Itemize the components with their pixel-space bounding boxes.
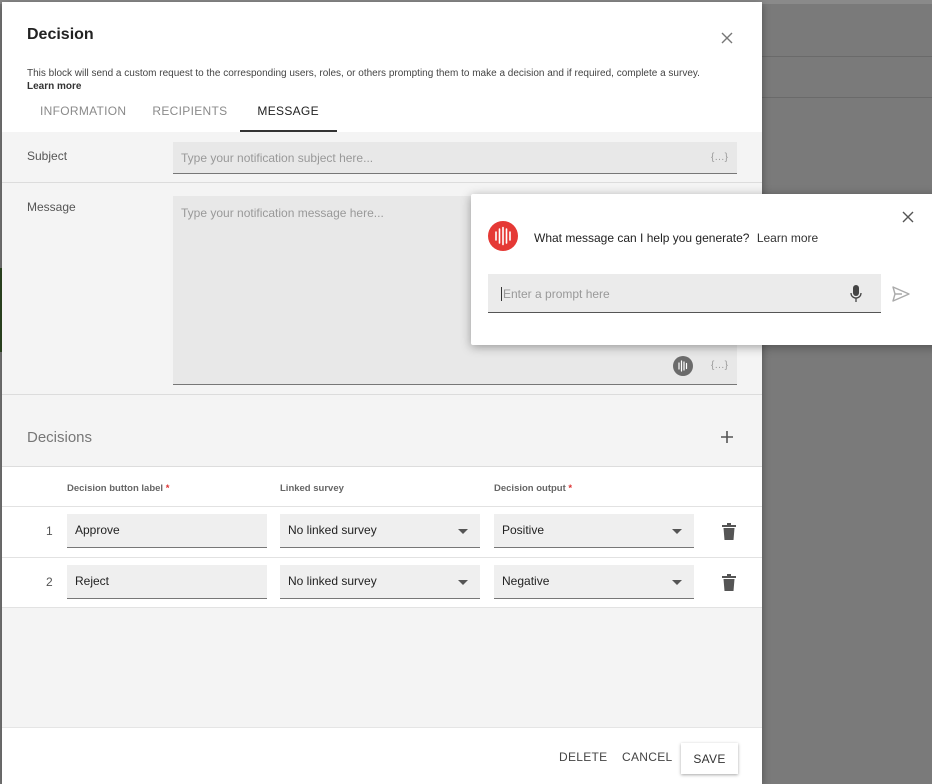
- trash-icon[interactable]: [722, 523, 736, 540]
- dialog-description: This block will send a custom request to…: [27, 67, 707, 93]
- decision-output-select[interactable]: Negative: [494, 565, 694, 599]
- send-icon[interactable]: [892, 286, 910, 302]
- ai-prompt-popup: What message can I help you generate? Le…: [471, 194, 932, 345]
- close-icon[interactable]: [718, 29, 736, 47]
- dialog-footer: DELETE CANCEL SAVE: [2, 727, 762, 784]
- insert-variable-button[interactable]: {...}: [711, 360, 729, 371]
- plus-icon[interactable]: [719, 429, 735, 445]
- chevron-down-icon: [672, 580, 682, 585]
- tab-information[interactable]: INFORMATION: [27, 100, 139, 132]
- row-number: 1: [46, 524, 53, 538]
- delete-button[interactable]: DELETE: [559, 744, 607, 770]
- column-header-button-label: Decision button label *: [67, 483, 169, 494]
- ai-logo: [488, 221, 518, 251]
- prompt-input[interactable]: Enter a prompt here: [488, 274, 881, 313]
- column-header-decision-output: Decision output *: [494, 483, 572, 494]
- divider: [2, 182, 762, 183]
- column-header-text: Decision output: [494, 483, 566, 494]
- decision-label-input[interactable]: Approve: [67, 514, 267, 548]
- select-value: No linked survey: [288, 574, 377, 588]
- message-placeholder: Type your notification message here...: [181, 206, 384, 220]
- background-divider: [762, 97, 932, 98]
- table-row: 1 Approve No linked survey Positive: [2, 506, 762, 557]
- dialog-header: Decision This block will send a custom r…: [2, 2, 762, 132]
- close-icon[interactable]: [901, 210, 915, 224]
- chevron-down-icon: [458, 529, 468, 534]
- background-divider: [762, 56, 932, 57]
- dialog-tabs: INFORMATION RECIPIENTS MESSAGE: [27, 100, 338, 132]
- ai-waveform-icon: [495, 226, 511, 246]
- subject-input[interactable]: Type your notification subject here... {…: [173, 142, 737, 174]
- column-header-text: Decision button label: [67, 483, 164, 494]
- decision-output-select[interactable]: Positive: [494, 514, 694, 548]
- linked-survey-select[interactable]: No linked survey: [280, 565, 480, 599]
- decision-dialog: Decision This block will send a custom r…: [2, 2, 762, 784]
- description-text: This block will send a custom request to…: [27, 68, 700, 79]
- subject-label: Subject: [27, 149, 68, 163]
- prompt-placeholder: Enter a prompt here: [501, 287, 610, 301]
- question-text: What message can I help you generate?: [534, 231, 750, 245]
- chevron-down-icon: [458, 580, 468, 585]
- select-value: Negative: [502, 574, 550, 588]
- tab-recipients[interactable]: RECIPIENTS: [139, 100, 240, 132]
- insert-variable-button[interactable]: {...}: [711, 152, 729, 163]
- tab-message[interactable]: MESSAGE: [240, 100, 338, 132]
- decisions-table-header: Decision button label * Linked survey De…: [2, 466, 762, 508]
- ai-waveform-icon: [678, 360, 688, 372]
- table-row: 2 Reject No linked survey Negative: [2, 557, 762, 608]
- row-number: 2: [46, 575, 53, 589]
- select-value: No linked survey: [288, 523, 377, 537]
- required-mark: *: [568, 483, 573, 494]
- linked-survey-select[interactable]: No linked survey: [280, 514, 480, 548]
- save-button[interactable]: SAVE: [681, 743, 738, 774]
- microphone-icon[interactable]: [850, 285, 862, 303]
- trash-icon[interactable]: [722, 574, 736, 591]
- ai-prompt-question: What message can I help you generate? Le…: [534, 231, 818, 245]
- ai-assistant-button[interactable]: [673, 356, 693, 376]
- column-header-linked-survey: Linked survey: [280, 483, 344, 494]
- dialog-title: Decision: [27, 26, 94, 43]
- required-mark: *: [165, 483, 170, 494]
- select-value: Positive: [502, 523, 545, 537]
- decisions-heading: Decisions: [27, 429, 93, 446]
- decision-label-input[interactable]: Reject: [67, 565, 267, 599]
- subject-placeholder: Type your notification subject here...: [181, 151, 374, 165]
- divider: [2, 394, 762, 395]
- learn-more-link[interactable]: Learn more: [27, 81, 81, 92]
- cancel-button[interactable]: CANCEL: [622, 744, 672, 770]
- learn-more-link[interactable]: Learn more: [757, 231, 818, 245]
- message-label: Message: [27, 200, 76, 214]
- chevron-down-icon: [672, 529, 682, 534]
